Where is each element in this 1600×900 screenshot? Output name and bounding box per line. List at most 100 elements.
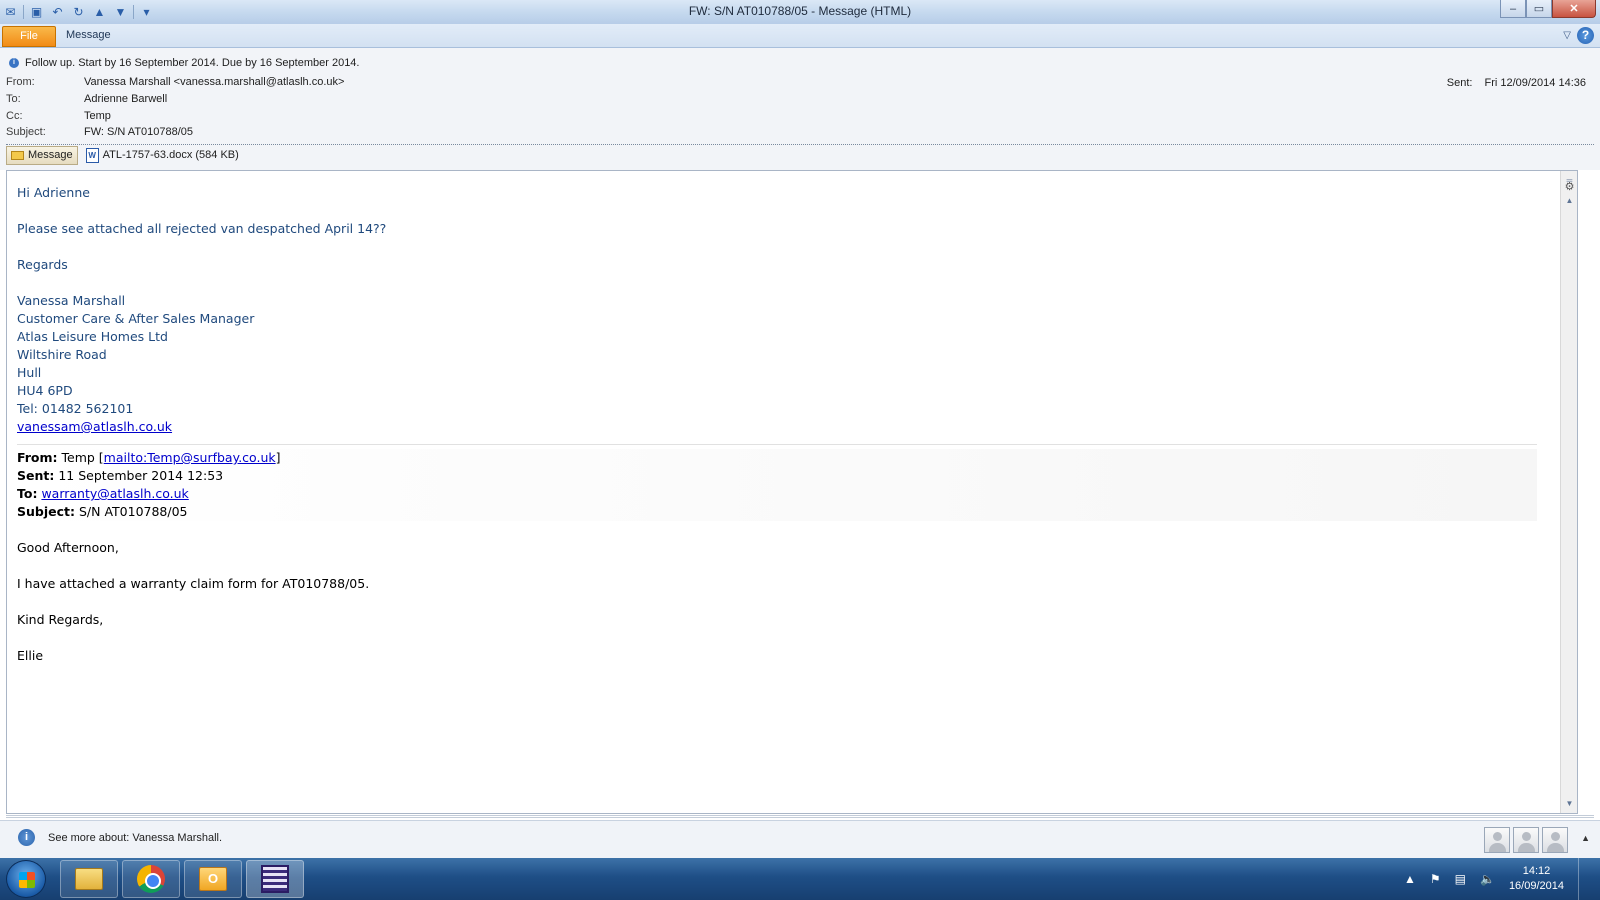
cc-value[interactable]: Temp — [84, 110, 111, 122]
message-view-button[interactable]: Message — [6, 145, 78, 165]
settings-icon[interactable]: ⚙ — [1562, 179, 1577, 194]
forwarded-to-row: To: warranty@atlaslh.co.uk — [17, 485, 1537, 503]
taskbar-chrome[interactable] — [122, 860, 180, 898]
subject-value: FW: S/N AT010788/05 — [84, 126, 194, 138]
window-controls: – ▭ ✕ — [1500, 0, 1596, 18]
forwarded-subject-row: Subject: S/N AT010788/05 — [17, 503, 1537, 521]
greeting: Hi Adrienne — [17, 185, 90, 200]
word-document-icon: W — [85, 147, 99, 163]
expand-ribbon-icon[interactable]: ▽ — [1563, 30, 1571, 41]
subject-row: Subject: FW: S/N AT010788/05 — [6, 126, 193, 138]
email-content: Hi Adrienne Please see attached all reje… — [17, 184, 1537, 683]
contact-avatars — [1484, 827, 1568, 853]
follow-up-text: Follow up. Start by 16 September 2014. D… — [25, 57, 360, 69]
forwarded-from-link[interactable]: mailto:Temp@surfbay.co.uk — [104, 450, 276, 465]
forwarded-to-link[interactable]: warranty@atlaslh.co.uk — [41, 486, 188, 501]
signature-street: Wiltshire Road — [17, 347, 107, 362]
to-row: To: Adrienne Barwell — [6, 93, 167, 105]
restore-button[interactable]: ▭ — [1526, 0, 1552, 18]
close-button[interactable]: ✕ — [1552, 0, 1596, 18]
clock-date: 16/09/2014 — [1508, 880, 1564, 892]
scroll-down-icon[interactable]: ▼ — [1562, 796, 1577, 811]
forwarded-body-line: I have attached a warranty claim form fo… — [17, 576, 370, 591]
action-center-flag-icon[interactable]: ⚑ — [1430, 872, 1441, 886]
show-desktop-button[interactable] — [1578, 858, 1592, 900]
minimize-button[interactable]: – — [1500, 0, 1526, 18]
forwarded-message: From: Temp [mailto:Temp@surfbay.co.uk] S… — [17, 449, 1537, 665]
show-hidden-icons-icon[interactable]: ▲ — [1404, 872, 1416, 886]
vertical-scrollbar[interactable]: ═ ⚙ ▲ ▼ — [1560, 171, 1577, 813]
subject-label: Subject: — [6, 126, 46, 138]
forwarded-sent-label: Sent: — [17, 468, 55, 483]
follow-up-infobar[interactable]: i Follow up. Start by 16 September 2014.… — [9, 57, 359, 69]
expand-people-pane-icon[interactable]: ▲ — [1581, 833, 1590, 843]
ribbon-tabs: File Message ▽ ? — [0, 24, 1600, 48]
people-pane: i See more about: Vanessa Marshall. ▲ — [0, 820, 1600, 858]
windows-taskbar: O ▲ ⚑ ▤ 🔈 14:12 16/09/2014 — [0, 858, 1600, 900]
signature-company: Atlas Leisure Homes Ltd — [17, 329, 168, 344]
title-bar: ✉ ▣ ↶ ↻ ▲ ▼ ▾ FW: S/N AT010788/05 - Mess… — [0, 0, 1600, 24]
attachment-item[interactable]: W ATL-1757-63.docx (584 KB) — [85, 147, 239, 163]
attachment-label: ATL-1757-63.docx (584 KB) — [102, 149, 239, 161]
tab-message[interactable]: Message — [66, 29, 111, 41]
forwarded-to-label: To: — [17, 486, 38, 501]
grid-app-icon — [261, 865, 289, 893]
body-line: Please see attached all rejected van des… — [17, 221, 387, 236]
forwarded-from-row: From: Temp [mailto:Temp@surfbay.co.uk] — [17, 449, 1537, 467]
taskbar-explorer[interactable] — [60, 860, 118, 898]
sent-label: Sent: — [1446, 77, 1473, 89]
people-pane-text[interactable]: See more about: Vanessa Marshall. — [48, 832, 222, 844]
taskbar-clock[interactable]: 14:12 16/09/2014 — [1509, 864, 1564, 894]
system-tray: ▲ ⚑ ▤ 🔈 14:12 16/09/2014 — [1404, 858, 1592, 900]
signature-city: Hull — [17, 365, 42, 380]
start-button[interactable] — [6, 860, 46, 898]
outlook-icon: O — [199, 867, 227, 891]
sent-row: Sent: Fri 12/09/2014 14:36 — [1447, 77, 1586, 89]
forwarded-sent-row: Sent: 11 September 2014 12:53 — [17, 467, 1537, 485]
header-divider — [6, 144, 1594, 145]
cc-label: Cc: — [6, 110, 23, 122]
cc-row: Cc: Temp — [6, 110, 111, 122]
message-header: i Follow up. Start by 16 September 2014.… — [0, 48, 1600, 170]
scroll-up-icon[interactable]: ▲ — [1562, 193, 1577, 208]
chrome-icon — [137, 865, 165, 893]
sent-value: Fri 12/09/2014 14:36 — [1484, 77, 1586, 89]
help-icon[interactable]: ? — [1577, 27, 1594, 44]
forwarded-closing: Kind Regards, — [17, 612, 104, 627]
taskbar-active-app[interactable] — [246, 860, 304, 898]
signature-postcode: HU4 6PD — [17, 383, 73, 398]
envelope-icon — [11, 150, 24, 160]
message-body-pane[interactable]: Hi Adrienne Please see attached all reje… — [6, 170, 1578, 814]
network-icon[interactable]: ▤ — [1455, 872, 1466, 886]
forwarded-signoff: Ellie — [17, 648, 44, 663]
signature-name: Vanessa Marshall — [17, 293, 126, 308]
signature-tel: Tel: 01482 562101 — [17, 401, 134, 416]
forwarded-from-label: From: — [17, 450, 58, 465]
avatar[interactable] — [1513, 827, 1539, 853]
forwarded-from-name: Temp [ — [61, 450, 104, 465]
people-pane-divider[interactable] — [6, 815, 1594, 818]
windows-logo-icon — [19, 872, 35, 888]
to-value[interactable]: Adrienne Barwell — [84, 93, 167, 105]
from-row: From: Vanessa Marshall <vanessa.marshall… — [6, 76, 344, 88]
volume-icon[interactable]: 🔈 — [1480, 872, 1495, 886]
regards: Regards — [17, 257, 68, 272]
window-title: FW: S/N AT010788/05 - Message (HTML) — [688, 4, 912, 18]
signature-email-link[interactable]: vanessam@atlaslh.co.uk — [17, 419, 172, 434]
tab-file[interactable]: File — [2, 26, 56, 47]
signature-block: Vanessa Marshall Customer Care & After S… — [17, 292, 1537, 436]
from-label: From: — [6, 76, 35, 88]
avatar[interactable] — [1484, 827, 1510, 853]
avatar[interactable] — [1542, 827, 1568, 853]
from-value[interactable]: Vanessa Marshall <vanessa.marshall@atlas… — [84, 76, 344, 88]
forwarded-from-tail: ] — [275, 450, 281, 465]
forwarded-sent-value: 11 September 2014 12:53 — [58, 468, 224, 483]
forwarded-header: From: Temp [mailto:Temp@surfbay.co.uk] S… — [17, 449, 1537, 521]
attachment-row: Message W ATL-1757-63.docx (584 KB) — [6, 145, 239, 165]
message-view-label: Message — [28, 149, 73, 161]
to-label: To: — [6, 93, 21, 105]
folder-icon — [75, 868, 103, 890]
forwarded-subject-label: Subject: — [17, 504, 75, 519]
ribbon-right-controls: ▽ ? — [1563, 27, 1594, 44]
taskbar-outlook[interactable]: O — [184, 860, 242, 898]
